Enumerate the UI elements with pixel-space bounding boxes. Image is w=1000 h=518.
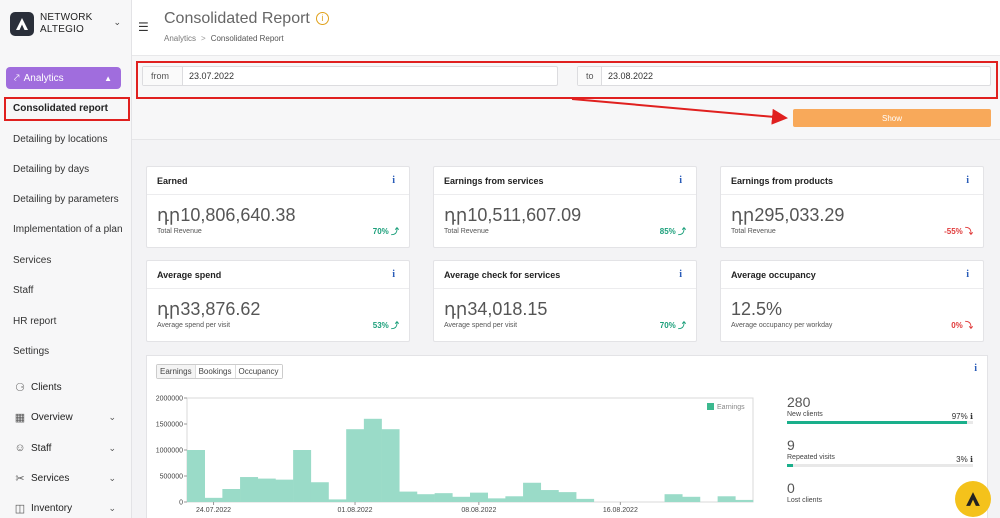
area-step (487, 498, 506, 502)
x-tick-label: 24.07.2022 (196, 507, 231, 514)
info-icon[interactable]: i (392, 269, 395, 280)
card-value: դր33,876.62 (157, 299, 261, 319)
area-step (717, 496, 736, 502)
info-icon[interactable]: i (966, 269, 969, 280)
x-tick-label: 16.08.2022 (603, 507, 638, 514)
area-step (682, 496, 701, 502)
info-icon[interactable]: i (966, 175, 969, 186)
stat-value: 0 (787, 480, 795, 496)
area-step (664, 494, 683, 502)
card-earnings-services: Earnings from services i դր10,511,607.09 … (433, 166, 697, 248)
area-step (470, 492, 488, 502)
card-value: դր10,511,607.09 (444, 205, 582, 225)
stat-lost-clients: 0 Lost clients (787, 480, 973, 504)
card-delta: 0% ⤵ (951, 321, 973, 330)
stat-new-clients: 280 New clients 97% ℹ (787, 394, 973, 424)
legend-swatch (707, 403, 714, 410)
stat-percent[interactable]: 3% ℹ (956, 455, 973, 464)
card-delta: -55% ⤵ (944, 227, 973, 236)
card-caption: Total Revenue (731, 228, 776, 235)
stat-value: 9 (787, 437, 795, 453)
tab-bookings[interactable]: Bookings (195, 365, 236, 378)
stat-repeated-visits: 9 Repeated visits 3% ℹ (787, 437, 973, 467)
card-title: Earned (157, 175, 188, 186)
card-earned: Earned i դր10,806,640.38 Total Revenue 70… (146, 166, 410, 248)
area-step (523, 482, 542, 502)
y-tick-label: 0 (179, 500, 183, 507)
info-icon[interactable]: i (679, 269, 682, 280)
info-icon[interactable]: i (974, 363, 977, 374)
card-title: Earnings from products (731, 175, 834, 186)
chart-tab-group: Earnings Bookings Occupancy (156, 364, 283, 379)
stat-label: Repeated visits (787, 454, 835, 461)
y-tick-label: 1500000 (156, 422, 183, 429)
card-average-occupancy: Average occupancy i 12.5% Average occupan… (720, 260, 984, 342)
card-title: Average check for services (444, 269, 561, 280)
stat-progress-fill (787, 464, 793, 467)
tab-earnings[interactable]: Earnings (157, 365, 196, 378)
card-title: Earnings from services (444, 175, 544, 186)
earnings-chart: 0 500000 1000000 1500000 2000000 24.07.2022 01… (156, 396, 754, 514)
card-caption: Average spend per visit (444, 322, 518, 329)
area-step (381, 429, 400, 502)
card-value: դր10,806,640.38 (157, 205, 296, 225)
card-delta: 85% ⤴ (659, 227, 686, 236)
card-value: դր34,018.15 (444, 299, 548, 319)
area-step (434, 493, 453, 502)
card-title: Average spend (157, 269, 222, 280)
area-step (222, 489, 241, 502)
area-step (204, 497, 223, 502)
card-value: դր295,033.29 (731, 205, 845, 225)
area-step (240, 477, 259, 502)
card-caption: Total Revenue (444, 228, 489, 235)
area-step (576, 498, 595, 502)
x-tick-label: 08.08.2022 (461, 507, 496, 514)
area-step (187, 450, 205, 502)
stat-label: Lost clients (787, 497, 823, 504)
card-value: 12.5% (731, 299, 783, 319)
x-tick-label: 01.08.2022 (338, 507, 373, 514)
area-step (310, 482, 329, 502)
area-step (735, 499, 754, 502)
stat-percent[interactable]: 97% ℹ (952, 412, 973, 421)
stat-progress-bar (787, 464, 973, 467)
card-title: Average occupancy (731, 269, 816, 280)
y-tick-label: 1000000 (156, 448, 183, 455)
card-earnings-products: Earnings from products i դր295,033.29 Tot… (720, 166, 984, 248)
area-step (505, 496, 524, 502)
card-caption: Total Revenue (157, 228, 202, 235)
area-step (275, 479, 294, 502)
area-step (363, 418, 382, 502)
area-step (346, 429, 365, 502)
card-delta: 70% ⤴ (659, 321, 686, 330)
card-average-spend: Average spend i դր33,876.62 Average spend… (146, 260, 410, 342)
stat-value: 280 (787, 394, 811, 410)
altegio-logo-icon (966, 492, 980, 506)
stat-progress-fill (787, 421, 968, 424)
chart-panel: Earnings Bookings Occupancy i 0 500000 100… (146, 355, 988, 518)
legend-label: Earnings (717, 404, 745, 411)
card-average-check-services: Average check for services i դր34,018.15 … (433, 260, 697, 342)
area-step (328, 499, 347, 502)
card-delta: 53% ⤴ (372, 321, 399, 330)
area-step (293, 450, 312, 502)
area-step (257, 478, 276, 502)
y-tick-label: 2000000 (156, 396, 183, 403)
stat-label: New clients (787, 411, 823, 418)
area-step (399, 491, 418, 502)
tab-occupancy[interactable]: Occupancy (235, 365, 282, 378)
area-step (452, 496, 471, 502)
stat-progress-bar (787, 421, 973, 424)
card-caption: Average spend per visit (157, 322, 231, 329)
info-icon[interactable]: i (679, 175, 682, 186)
info-icon[interactable]: i (392, 175, 395, 186)
card-caption: Average occupancy per workday (731, 322, 833, 329)
y-tick-label: 500000 (160, 474, 183, 481)
area-step (416, 494, 435, 502)
area-step (540, 490, 559, 502)
area-step (558, 492, 577, 502)
card-delta: 70% ⤴ (372, 227, 399, 236)
help-button[interactable] (955, 481, 991, 517)
